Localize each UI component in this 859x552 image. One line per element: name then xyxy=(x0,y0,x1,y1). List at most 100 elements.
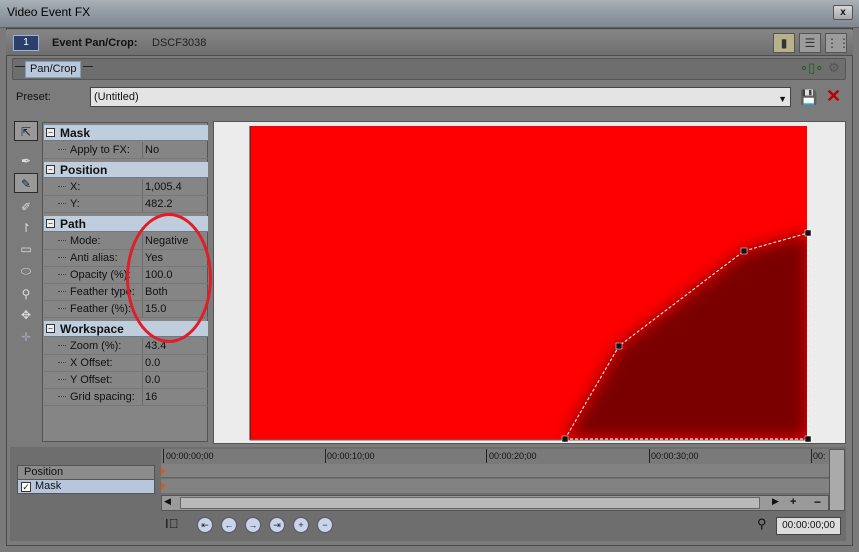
time-lock-icon[interactable]: ⚲ xyxy=(757,516,767,532)
keyframe-marker[interactable] xyxy=(161,482,166,490)
zoom-icon[interactable]: ⚲ xyxy=(14,284,38,304)
prev-keyframe-icon[interactable]: ← xyxy=(221,517,237,533)
property-key: X: xyxy=(70,181,81,193)
event-index-badge[interactable]: 1 xyxy=(13,35,39,51)
track-label: Position xyxy=(24,466,64,478)
section-title: Workspace xyxy=(60,322,124,336)
property-key: Zoom (%): xyxy=(70,340,122,352)
first-keyframe-icon[interactable]: ⇤ xyxy=(197,517,213,533)
plugin-chain: Pan/Crop xyxy=(12,58,846,80)
track-mask[interactable]: ✓ Mask xyxy=(17,479,155,494)
path-point[interactable] xyxy=(615,342,623,350)
ruler-label: 00:00:20;00 xyxy=(489,451,537,461)
timeline-horizontal-scrollbar[interactable]: ◀ ▶ + − xyxy=(161,495,829,511)
rectangle-mask-icon[interactable]: ▭ xyxy=(14,239,38,259)
path-point[interactable] xyxy=(804,435,812,443)
property-value[interactable]: 0.0 xyxy=(142,372,208,388)
property-key: Y: xyxy=(70,198,80,210)
mask-preview[interactable] xyxy=(213,121,846,444)
anchor-icon[interactable]: ✥ xyxy=(14,305,38,325)
remove-plugin-icon[interactable]: ⚙ xyxy=(828,60,840,76)
scroll-left-icon[interactable]: ◀ xyxy=(164,496,171,507)
view-grid-icon[interactable]: ⋮⋮ xyxy=(825,33,850,53)
ellipse-mask-icon[interactable]: ⬭ xyxy=(14,261,38,281)
zoom-in-icon[interactable]: + xyxy=(790,496,796,508)
property-key: X Offset: xyxy=(70,357,113,369)
path-point[interactable] xyxy=(804,229,812,237)
sync-cursor-icon[interactable]: I⃞ xyxy=(165,516,178,531)
ruler-label: 00:00:10;00 xyxy=(327,451,375,461)
property-value[interactable]: 0.0 xyxy=(142,355,208,371)
property-row[interactable]: Apply to FX: No xyxy=(44,142,208,159)
preset-dropdown[interactable]: (Untitled) ▼ xyxy=(90,87,791,107)
track-position[interactable]: Position xyxy=(17,465,155,480)
add-point-icon[interactable]: ✐ xyxy=(14,197,38,217)
view-list-icon[interactable]: ☰ xyxy=(799,33,821,53)
plugin-chain-icon[interactable]: ∘▯∘ xyxy=(800,60,823,76)
bezier-pen-icon[interactable]: ✎ xyxy=(14,173,38,193)
track-mask-checkbox[interactable]: ✓ xyxy=(21,482,31,492)
delete-preset-button[interactable]: ✕ xyxy=(826,86,841,107)
keyframe-lane-mask[interactable] xyxy=(161,479,829,493)
property-row[interactable]: Zoom (%): 43.4 xyxy=(44,338,208,355)
track-label: Mask xyxy=(35,480,62,492)
section-title: Path xyxy=(60,217,87,231)
move-icon[interactable]: ✛ xyxy=(14,327,38,347)
property-value[interactable]: 16 xyxy=(142,389,208,405)
add-keyframe-icon[interactable]: + xyxy=(293,517,309,533)
keyframe-marker[interactable] xyxy=(161,467,166,475)
property-value[interactable]: No xyxy=(142,142,208,158)
section-title: Position xyxy=(60,163,108,177)
property-value[interactable]: 482.2 xyxy=(142,196,208,212)
property-key: Y Offset: xyxy=(70,374,113,386)
section-position[interactable]: − Position xyxy=(44,162,208,178)
property-key: Grid spacing: xyxy=(70,391,135,403)
chain-connector-left xyxy=(15,66,25,67)
property-row[interactable]: Y: 482.2 xyxy=(44,196,208,213)
property-row[interactable]: Grid spacing: 16 xyxy=(44,389,208,406)
save-preset-button[interactable]: 💾 xyxy=(800,89,817,106)
annotation-ellipse xyxy=(126,213,212,343)
preset-label: Preset: xyxy=(16,91,51,103)
ruler-label: 00:00:00;00 xyxy=(166,451,214,461)
ruler-label: 00: xyxy=(813,451,826,461)
next-keyframe-icon[interactable]: → xyxy=(245,517,261,533)
last-keyframe-icon[interactable]: ⇥ xyxy=(269,517,285,533)
normal-edit-tool-icon[interactable]: ⇱ xyxy=(14,121,38,141)
section-title: Mask xyxy=(60,126,91,140)
view-single-icon[interactable]: ▮ xyxy=(773,33,795,53)
mask-canvas[interactable] xyxy=(214,122,845,443)
window-titlebar: Video Event FX x xyxy=(0,0,859,28)
chevron-down-icon: ▼ xyxy=(778,94,787,104)
close-icon: x xyxy=(840,7,846,18)
close-icon: ✕ xyxy=(826,86,842,106)
save-icon: 💾 xyxy=(800,89,818,105)
plugin-pancrop-button[interactable]: Pan/Crop xyxy=(25,61,82,78)
close-button[interactable]: x xyxy=(833,5,853,20)
property-row[interactable]: Y Offset: 0.0 xyxy=(44,372,208,389)
property-row[interactable]: X: 1,005.4 xyxy=(44,179,208,196)
ruler-tick xyxy=(649,449,650,463)
chain-connector-right xyxy=(83,66,93,67)
ruler-tick xyxy=(811,449,812,463)
delete-keyframe-icon[interactable]: − xyxy=(317,517,333,533)
ruler-tick xyxy=(163,449,164,463)
path-point[interactable] xyxy=(740,247,748,255)
keyframe-lane-position[interactable] xyxy=(161,464,829,478)
timeline-vertical-scrollbar[interactable] xyxy=(829,449,845,511)
path-point[interactable] xyxy=(561,435,569,443)
property-value[interactable]: 1,005.4 xyxy=(142,179,208,195)
scroll-right-icon[interactable]: ▶ xyxy=(772,496,779,507)
scroll-thumb[interactable] xyxy=(180,497,760,509)
zoom-out-icon[interactable]: − xyxy=(814,495,821,509)
time-ruler[interactable]: 00:00:00;00 00:00:10;00 00:00:20;00 00:0… xyxy=(161,449,829,464)
split-tool-icon[interactable]: ↾ xyxy=(14,218,38,238)
property-key: Apply to FX: xyxy=(70,144,130,156)
pen-select-icon[interactable]: ✒ xyxy=(14,151,38,171)
tool-palette: ⇱ ✒ ✎ ✐ ↾ ▭ ⬭ ⚲ ✥ ✛ xyxy=(14,121,40,361)
current-time-field[interactable]: 00:00:00;00 xyxy=(776,517,841,535)
property-row[interactable]: X Offset: 0.0 xyxy=(44,355,208,372)
section-mask[interactable]: − Mask xyxy=(44,125,208,141)
keyframe-nav-bar: I⃞ ⇤ ← → ⇥ + − ⚲ xyxy=(161,513,845,537)
ruler-label: 00:00:30;00 xyxy=(651,451,699,461)
